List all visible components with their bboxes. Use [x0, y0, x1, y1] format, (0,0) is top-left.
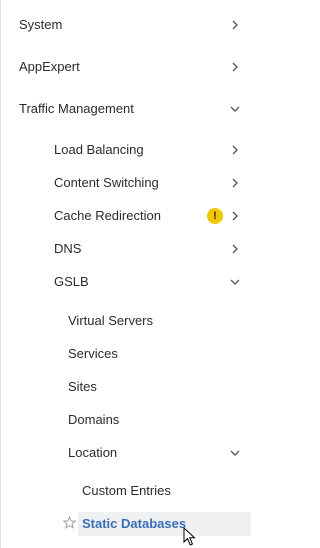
nav-item-label: Location: [68, 445, 118, 460]
chevron-down-icon: [230, 104, 240, 114]
nav-item-sites[interactable]: Sites: [0, 370, 251, 403]
nav-item-label: DNS: [54, 241, 82, 256]
nav-item-label: Traffic Management: [19, 101, 134, 116]
chevron-right-icon: [230, 244, 240, 254]
nav-item-services[interactable]: Services: [0, 337, 251, 370]
nav-item-virtual-servers[interactable]: Virtual Servers: [0, 304, 251, 337]
star-icon[interactable]: [62, 515, 77, 529]
nav-item-label: Static Databases: [82, 516, 187, 531]
nav-item-custom-entries[interactable]: Custom Entries: [0, 474, 251, 507]
chevron-right-icon: [230, 62, 240, 72]
nav-item-label: Content Switching: [54, 175, 159, 190]
nav-item-content-switching[interactable]: Content Switching: [0, 166, 251, 199]
nav-item-label: AppExpert: [19, 59, 80, 74]
chevron-right-icon: [230, 145, 240, 155]
warning-icon: !: [207, 207, 223, 224]
nav-item-gslb[interactable]: GSLB: [0, 265, 251, 298]
nav-item-domains[interactable]: Domains: [0, 403, 251, 436]
nav-item-label: Cache Redirection: [54, 208, 161, 223]
nav-item-traffic-management[interactable]: Traffic Management: [0, 92, 251, 125]
nav-item-location[interactable]: Location: [0, 436, 251, 469]
nav-item-load-balancing[interactable]: Load Balancing: [0, 133, 251, 166]
nav-item-label: Custom Entries: [82, 483, 171, 498]
chevron-right-icon: [230, 20, 240, 30]
nav-item-appexpert[interactable]: AppExpert: [0, 50, 251, 83]
navigation-panel: System AppExpert Traffic Management Load…: [0, 0, 251, 548]
nav-item-label: GSLB: [54, 274, 89, 289]
nav-item-label: Sites: [68, 379, 97, 394]
nav-item-label: Domains: [68, 412, 120, 427]
nav-item-label: System: [19, 17, 63, 32]
chevron-right-icon: [230, 178, 240, 188]
nav-item-label: Virtual Servers: [68, 313, 154, 328]
nav-item-static-databases[interactable]: Static Databases: [78, 507, 251, 540]
nav-item-label: Services: [68, 346, 118, 361]
nav-item-dns[interactable]: DNS: [0, 232, 251, 265]
nav-item-label: Load Balancing: [54, 142, 144, 157]
nav-item-cache-redirection[interactable]: Cache Redirection !: [0, 199, 251, 232]
chevron-right-icon: [230, 211, 240, 221]
chevron-down-icon: [230, 448, 240, 458]
mouse-cursor-icon: [183, 526, 197, 547]
chevron-down-icon: [230, 277, 240, 287]
nav-item-system[interactable]: System: [0, 8, 251, 41]
